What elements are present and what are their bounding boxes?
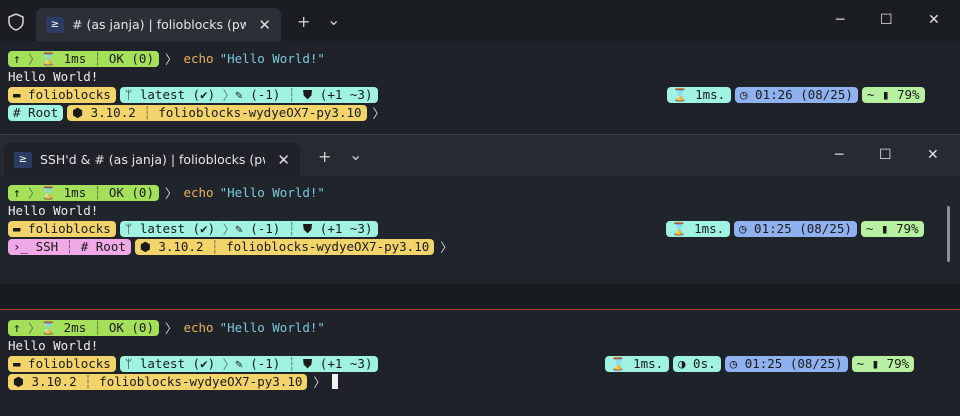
right-prompt: ⌛ 1ms. ◷ 01:26 (08/25) ~ ▮ 79% [667,86,925,103]
close-button[interactable]: ✕ [927,147,939,163]
output-line: Hello World! [8,338,99,353]
battery: ~ ▮ 79% [851,355,915,372]
folder-segment: ▬ folioblocks [8,86,116,103]
git-line: ▬ folioblocks ᛘ latest (✔) 〉 ✎ (-1) ┆ ⛊ (… [8,355,378,372]
command: echo [183,185,214,200]
output-line: Hello World! [8,203,99,218]
env-line: ⬢ 3.10.2 ┆ folioblocks-wydyeOX7-py3.10 〉 [8,373,338,390]
title-bar: ≥ SSH'd & # (as janja) | folioblocks (pw… [0,135,960,176]
exit-status: OK (0) [108,320,154,335]
tab-ssh-pwsh[interactable]: ≥ SSH'd & # (as janja) | folioblocks (pw… [4,143,300,176]
exec-time: ⌛ 1ms. [666,220,730,237]
git-stash: ⛊ (+1 ~3) [302,220,373,236]
powershell-icon: ≥ [46,16,64,33]
python-segment: ⬢ 3.10.2 ┆ folioblocks-wydyeOX7-py3.10 [67,104,367,121]
clock: ◷ 01:26 (08/25) [735,86,858,103]
command-arg: "Hello World!" [219,185,325,200]
command-arg: "Hello World!" [219,51,325,66]
git-branch: ᛘ latest (✔) [124,87,216,102]
prompt-line: ↑ 〉 ⌛ 2ms ┆ OK (0) 〉 echo "Hello World!" [8,319,325,336]
powershell-icon: ≥ [14,151,32,168]
new-tab-button[interactable]: + [318,147,331,166]
venv-name: folioblocks-wydyeOX7-py3.10 [99,374,303,389]
text-cursor [331,374,338,389]
python-version: ⬢ 3.10.2 [72,105,136,120]
git-edits: ✎ (-1) [235,356,281,371]
command: echo [183,320,214,335]
duration: ⌛ 1ms [40,50,87,66]
tab-pwsh[interactable]: ≥ # (as janja) | folioblocks (pwsh) ✕ [36,8,281,41]
command: echo [183,51,214,66]
env-line: ›_ SSH ┆ # Root ⬢ 3.10.2 ┆ folioblocks-w… [8,238,453,255]
right-prompt: ⌛ 1ms. ◷ 01:25 (08/25) ~ ▮ 79% [666,220,924,237]
tab-title: # (as janja) | folioblocks (pwsh) [72,17,247,32]
title-bar: ≥ # (as janja) | folioblocks (pwsh) ✕ + … [0,0,960,41]
git-line: ▬ folioblocks ᛘ latest (✔) 〉 ✎ (-1) ┆ ⛊ (… [8,86,378,103]
prompt-line: ↑ 〉 ⌛ 1ms ┆ OK (0) 〉 echo "Hello World!" [8,50,325,67]
tab-close-icon[interactable]: ✕ [277,151,290,169]
git-segment: ᛘ latest (✔) 〉 ✎ (-1) ┆ ⛊ (+1 ~3) [119,86,378,103]
exec-time: ⌛ 1ms. [667,86,731,103]
git-branch: ᛘ latest (✔) [124,221,216,236]
root-segment: # Root [8,104,64,121]
maximize-button[interactable]: ☐ [880,12,893,28]
python-segment: ⬢ 3.10.2 ┆ folioblocks-wydyeOX7-py3.10 [134,238,435,255]
python-segment: ⬢ 3.10.2 ┆ folioblocks-wydyeOX7-py3.10 [8,373,308,390]
git-edits: ✎ (-1) [235,87,281,102]
battery: ~ ▮ 79% [860,220,924,237]
battery: ~ ▮ 79% [861,86,925,103]
arrow-up-icon: ↑ [13,185,21,200]
exec-time: ⌛ 1ms. [605,355,669,372]
git-edits: ✎ (-1) [235,221,281,236]
git-stash: ⛊ (+1 ~3) [302,86,373,102]
output-line: Hello World! [8,69,99,84]
terminal-window-2: ≥ SSH'd & # (as janja) | folioblocks (pw… [0,134,960,284]
pane-divider [0,284,960,309]
prompt-segment: ↑ 〉 ⌛ 1ms ┆ OK (0) [8,50,159,67]
maximize-button[interactable]: ☐ [879,147,892,163]
tab-close-icon[interactable]: ✕ [258,16,271,34]
ssh-label: ›_ SSH [13,239,59,254]
git-line: ▬ folioblocks ᛘ latest (✔) 〉 ✎ (-1) ┆ ⛊ (… [8,220,378,237]
cpu-time: ◑ 0s. [673,355,721,372]
tab-dropdown-icon[interactable]: ⌄ [349,145,362,164]
terminal-window-1: ≥ # (as janja) | folioblocks (pwsh) ✕ + … [0,0,960,133]
git-stash: ⛊ (+1 ~3) [302,355,373,371]
arrow-up-icon: ↑ [13,51,21,66]
prompt-segment: ↑ 〉 ⌛ 2ms ┆ OK (0) [8,319,159,336]
arrow-up-icon: ↑ [13,320,21,335]
minimize-button[interactable]: ─ [835,147,843,163]
command-arg: "Hello World!" [219,320,325,335]
shield-icon [8,13,24,31]
python-version: ⬢ 3.10.2 [139,239,204,254]
new-tab-button[interactable]: + [297,12,310,31]
venv-name: folioblocks-wydyeOX7-py3.10 [158,105,362,120]
root-label: # Root [80,239,126,254]
right-prompt: ⌛ 1ms. ◑ 0s. ◷ 01:25 (08/25) ~ ▮ 79% [605,355,915,372]
clock: ◷ 01:25 (08/25) [734,220,857,237]
venv-name: folioblocks-wydyeOX7-py3.10 [226,239,430,254]
python-version: ⬢ 3.10.2 [13,374,77,389]
duration: ⌛ 2ms [40,319,87,335]
duration: ⌛ 1ms [40,184,87,200]
ssh-segment: ›_ SSH ┆ # Root [8,238,131,255]
terminal-pane-3[interactable]: ↑ 〉 ⌛ 2ms ┆ OK (0) 〉 echo "Hello World!" … [0,309,960,416]
clock: ◷ 01:25 (08/25) [724,355,848,372]
git-branch: ᛘ latest (✔) [124,356,216,371]
close-button[interactable]: ✕ [928,12,940,28]
folder-segment: ▬ folioblocks [8,355,116,372]
prompt-line: ↑ 〉 ⌛ 1ms ┆ OK (0) 〉 echo "Hello World!" [8,184,325,201]
exit-status: OK (0) [108,51,154,66]
git-segment: ᛘ latest (✔) 〉 ✎ (-1) ┆ ⛊ (+1 ~3) [119,220,378,237]
scrollbar[interactable] [947,206,950,262]
prompt-segment: ↑ 〉 ⌛ 1ms ┆ OK (0) [8,184,159,201]
env-line: # Root ⬢ 3.10.2 ┆ folioblocks-wydyeOX7-p… [8,104,385,121]
tab-title: SSH'd & # (as janja) | folioblocks (pwsh… [40,152,265,167]
git-segment: ᛘ latest (✔) 〉 ✎ (-1) ┆ ⛊ (+1 ~3) [119,355,378,372]
minimize-button[interactable]: ─ [836,12,844,28]
tab-dropdown-icon[interactable]: ⌄ [327,10,340,29]
exit-status: OK (0) [108,185,154,200]
folder-segment: ▬ folioblocks [8,220,116,237]
